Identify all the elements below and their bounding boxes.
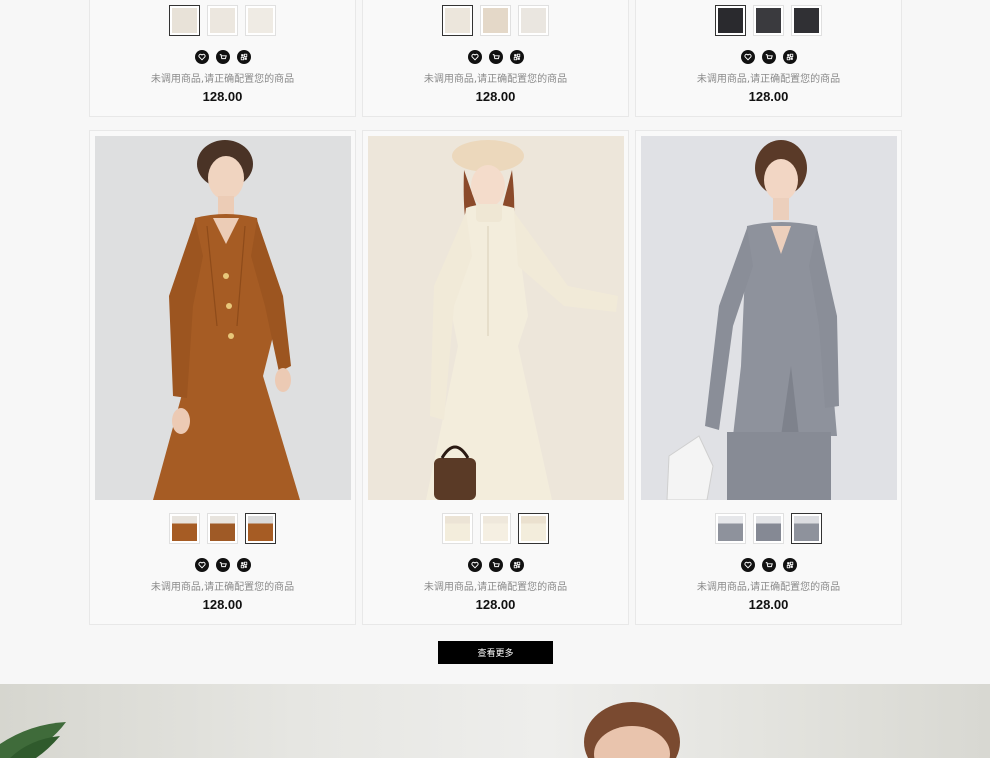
product-name[interactable]: 未调用商品,请正确配置您的商品 [363, 70, 628, 85]
swatch-thumb[interactable] [753, 5, 784, 36]
product-actions [363, 50, 628, 64]
swatch-thumb[interactable] [207, 513, 238, 544]
product-price: 128.00 [475, 597, 516, 612]
swatch-thumb[interactable] [442, 513, 473, 544]
product-actions [90, 50, 355, 64]
product-name[interactable]: 未调用商品,请正确配置您的商品 [636, 70, 901, 85]
heart-icon[interactable] [194, 558, 209, 572]
product-price: 128.00 [202, 89, 243, 104]
product-image[interactable] [368, 136, 624, 500]
swatch-thumb[interactable] [169, 5, 200, 36]
heart-icon[interactable] [467, 558, 482, 572]
color-swatches [636, 513, 901, 544]
swatch-thumb[interactable] [518, 513, 549, 544]
swatch-thumb[interactable] [480, 513, 511, 544]
swatch-thumb[interactable] [715, 513, 746, 544]
product-card[interactable]: 未调用商品,请正确配置您的商品 128.00 [362, 0, 629, 117]
product-name[interactable]: 未调用商品,请正确配置您的商品 [90, 578, 355, 593]
product-price: 128.00 [202, 597, 243, 612]
compare-icon[interactable] [236, 558, 251, 572]
product-card[interactable]: 未调用商品,请正确配置您的商品 128.00 [362, 130, 629, 625]
product-name[interactable]: 未调用商品,请正确配置您的商品 [90, 70, 355, 85]
compare-icon[interactable] [509, 50, 524, 64]
compare-icon[interactable] [509, 558, 524, 572]
swatch-thumb[interactable] [207, 5, 238, 36]
compare-icon[interactable] [782, 558, 797, 572]
swatch-thumb[interactable] [518, 5, 549, 36]
swatch-thumb[interactable] [791, 513, 822, 544]
heart-icon[interactable] [467, 50, 482, 64]
product-price: 128.00 [475, 89, 516, 104]
load-more-button[interactable]: 查看更多 [438, 641, 553, 664]
color-swatches [90, 5, 355, 36]
product-actions [90, 558, 355, 572]
color-swatches [636, 5, 901, 36]
heart-icon[interactable] [740, 558, 755, 572]
product-image[interactable] [95, 136, 351, 500]
cart-icon[interactable] [488, 50, 503, 64]
heart-icon[interactable] [194, 50, 209, 64]
product-actions [363, 558, 628, 572]
promo-banner[interactable] [0, 684, 990, 758]
cart-icon[interactable] [215, 558, 230, 572]
heart-icon[interactable] [740, 50, 755, 64]
product-card[interactable]: 未调用商品,请正确配置您的商品 128.00 [635, 130, 902, 625]
banner-image [0, 702, 680, 758]
product-image[interactable] [641, 136, 897, 500]
color-swatches [363, 513, 628, 544]
product-name[interactable]: 未调用商品,请正确配置您的商品 [636, 578, 901, 593]
swatch-thumb[interactable] [753, 513, 784, 544]
color-swatches [363, 5, 628, 36]
product-card[interactable]: 未调用商品,请正确配置您的商品 128.00 [635, 0, 902, 117]
swatch-thumb[interactable] [715, 5, 746, 36]
compare-icon[interactable] [782, 50, 797, 64]
product-actions [636, 50, 901, 64]
product-name[interactable]: 未调用商品,请正确配置您的商品 [363, 578, 628, 593]
product-price: 128.00 [748, 597, 789, 612]
color-swatches [90, 513, 355, 544]
compare-icon[interactable] [236, 50, 251, 64]
cart-icon[interactable] [488, 558, 503, 572]
product-card[interactable]: 未调用商品,请正确配置您的商品 128.00 [89, 130, 356, 625]
cart-icon[interactable] [761, 50, 776, 64]
swatch-thumb[interactable] [791, 5, 822, 36]
swatch-thumb[interactable] [245, 5, 276, 36]
product-price: 128.00 [748, 89, 789, 104]
cart-icon[interactable] [761, 558, 776, 572]
swatch-thumb[interactable] [245, 513, 276, 544]
swatch-thumb[interactable] [442, 5, 473, 36]
swatch-thumb[interactable] [169, 513, 200, 544]
swatch-thumb[interactable] [480, 5, 511, 36]
cart-icon[interactable] [215, 50, 230, 64]
product-card[interactable]: 未调用商品,请正确配置您的商品 128.00 [89, 0, 356, 117]
product-actions [636, 558, 901, 572]
